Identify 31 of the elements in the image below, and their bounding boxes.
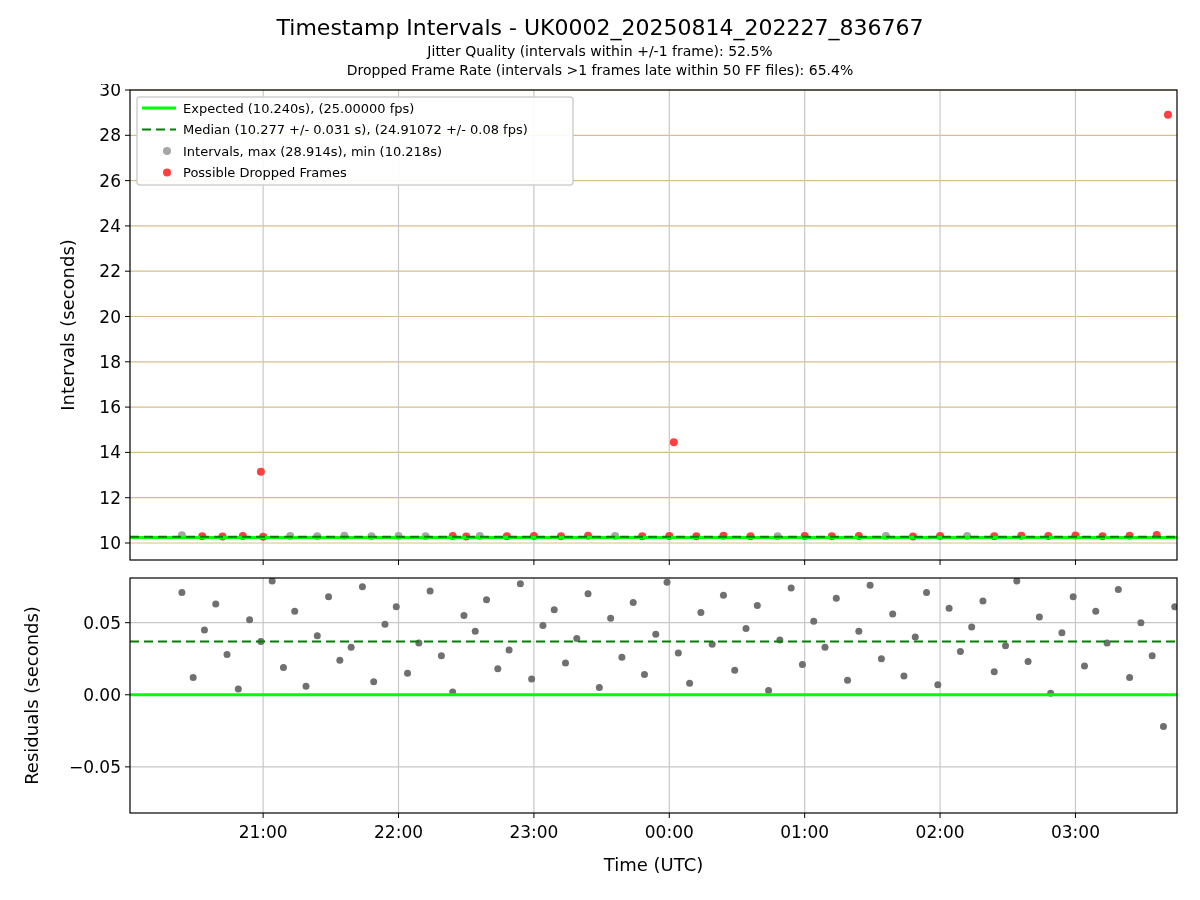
y-axis-label: Intervals (seconds) <box>57 239 78 411</box>
y-tick-label: 28 <box>99 125 121 146</box>
x-tick-label: 02:00 <box>915 822 965 842</box>
x-tick-label: 01:00 <box>780 822 830 842</box>
x-tick-label: 00:00 <box>644 822 694 842</box>
y-tick-label: 20 <box>99 306 121 327</box>
y-tick-label: 12 <box>99 487 121 508</box>
chart-subtitle: Jitter Quality (intervals within +/-1 frame): 52.5% <box>427 42 773 61</box>
legend-label: Intervals, max (28.914s), min (10.218s) <box>183 143 442 159</box>
y-axis-label: Residuals (seconds) <box>21 606 42 785</box>
legend-label: Possible Dropped Frames <box>183 165 347 180</box>
chart-subtitle: Dropped Frame Rate (intervals >1 frames late within 50 FF files): 65.4% <box>346 61 854 80</box>
y-tick-label: 0.05 <box>83 612 121 633</box>
chart-title: Timestamp Intervals - UK0002_20250814_202227_836767 <box>276 14 924 42</box>
y-tick-label: 22 <box>99 261 121 282</box>
y-tick-label: 24 <box>99 215 121 236</box>
y-tick-label: 18 <box>99 351 121 372</box>
y-tick-label: 26 <box>99 170 121 191</box>
x-tick-label: 21:00 <box>238 822 288 842</box>
x-tick-label: 23:00 <box>509 822 559 842</box>
legend-label: Expected (10.240s), (25.00000 fps) <box>183 100 415 116</box>
y-tick-label: 14 <box>99 442 121 463</box>
x-tick-label: 03:00 <box>1050 822 1100 842</box>
x-tick-label: 22:00 <box>374 822 423 842</box>
y-tick-label: 16 <box>99 397 121 418</box>
y-tick-label: 30 <box>99 84 121 100</box>
legend-label: Median (10.277 +/- 0.031 s), (24.91072 +/- 0.08 fps) <box>183 122 528 137</box>
x-axis-label: Time (UTC) <box>603 854 704 875</box>
y-tick-label: 0.00 <box>83 684 121 705</box>
y-tick-label: 10 <box>99 533 121 553</box>
y-tick-label: −0.05 <box>68 756 121 777</box>
